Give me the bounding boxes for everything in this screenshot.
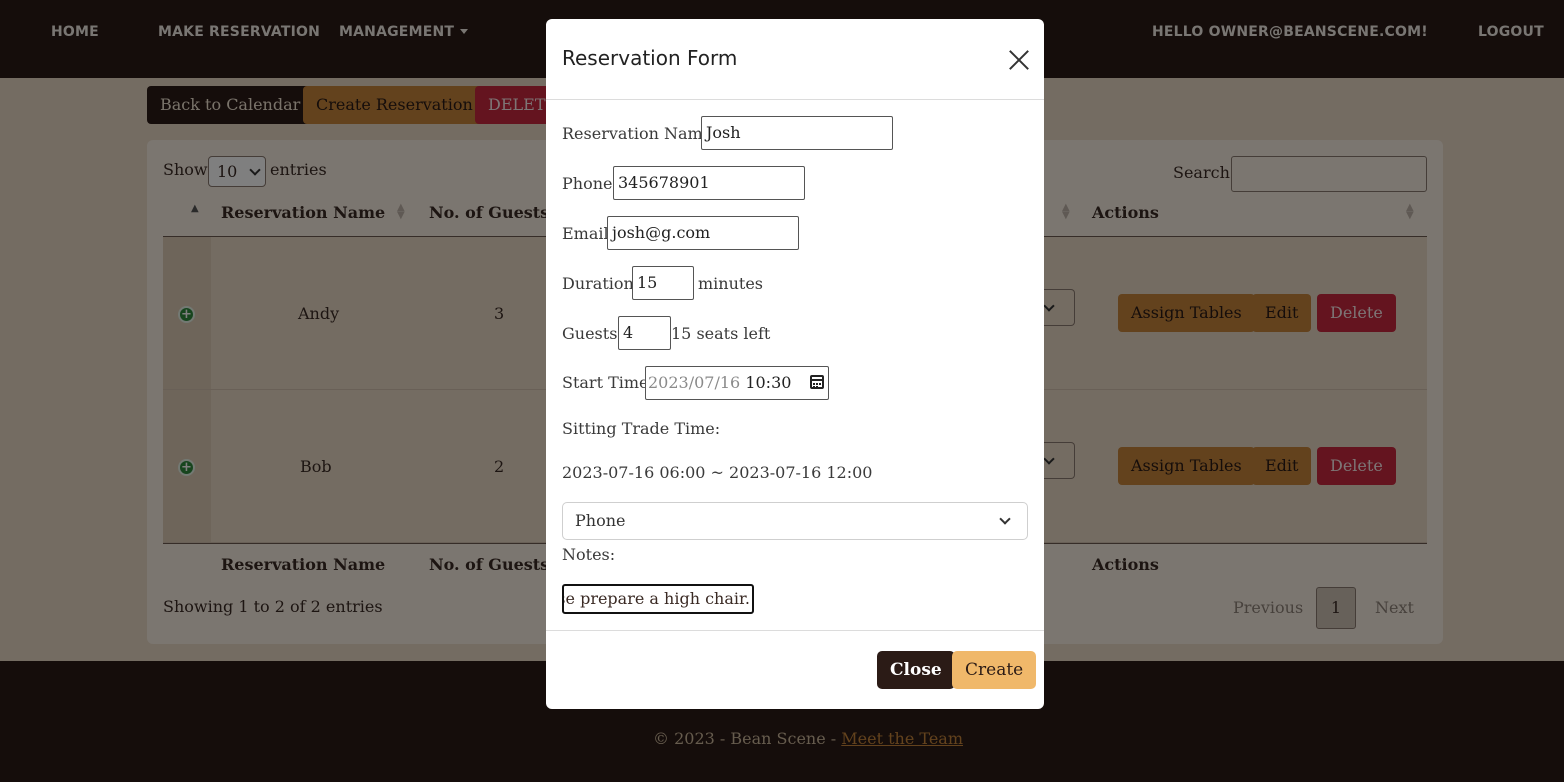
phone-label: Phone:	[562, 174, 618, 193]
duration-label: Duration:	[562, 274, 640, 293]
chevron-down-icon	[999, 513, 1011, 525]
guests-input[interactable]: 4	[618, 316, 671, 350]
close-button[interactable]: Close	[877, 651, 955, 689]
reservation-source-select[interactable]: Phone	[562, 502, 1028, 540]
calendar-icon[interactable]	[810, 375, 824, 389]
create-button[interactable]: Create	[952, 651, 1037, 689]
start-time-input[interactable]: 2023/07/16 10:30	[645, 366, 829, 400]
reservation-form-modal: Reservation Form Reservation Name: Josh …	[546, 19, 1044, 709]
duration-input[interactable]: 15	[632, 266, 694, 300]
start-date-value: 2023/07/16	[648, 373, 741, 392]
guests-label: Guests:	[562, 324, 623, 343]
notes-value: ase prepare a high chair.	[562, 589, 750, 608]
modal-title: Reservation Form	[562, 46, 738, 70]
start-time-value: 10:30	[745, 373, 792, 392]
sitting-trade-time-label: Sitting Trade Time:	[562, 419, 721, 438]
duration-unit: minutes	[698, 274, 764, 293]
notes-input[interactable]: ase prepare a high chair.	[562, 584, 754, 614]
close-icon[interactable]	[1008, 49, 1030, 71]
seats-left-text: 15 seats left	[671, 324, 771, 343]
start-time-label: Start Time:	[562, 373, 654, 392]
modal-footer-divider	[546, 630, 1044, 631]
phone-input[interactable]: 345678901	[613, 166, 805, 200]
reservation-source-value: Phone	[575, 511, 626, 530]
modal-header-divider	[546, 99, 1044, 100]
reservation-name-label: Reservation Name:	[562, 124, 718, 143]
reservation-name-input[interactable]: Josh	[701, 116, 893, 150]
notes-label: Notes:	[562, 545, 616, 564]
sitting-trade-time-value: 2023-07-16 06:00 ~ 2023-07-16 12:00	[562, 463, 873, 482]
email-input[interactable]: josh@g.com	[607, 216, 799, 250]
